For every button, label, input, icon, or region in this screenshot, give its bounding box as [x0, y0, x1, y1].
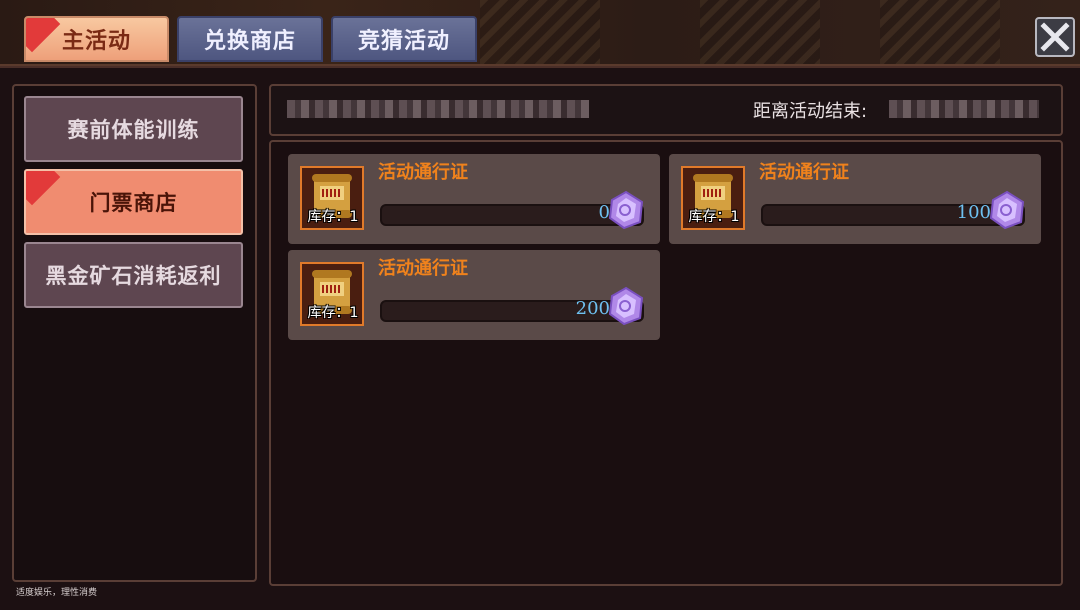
activity-header	[269, 84, 1063, 136]
sidebar-item-label: 赛前体能训练	[67, 117, 200, 142]
scroll-icon: 库存：1	[300, 166, 364, 230]
scroll-icon: 库存：1	[681, 166, 745, 230]
item-price: 200	[575, 298, 610, 319]
background-decoration	[480, 0, 600, 64]
item-name: 活动通行证	[759, 162, 849, 183]
tab-label: 主活动	[61, 28, 131, 54]
close-icon	[1040, 22, 1070, 52]
blurred-countdown	[889, 100, 1039, 118]
new-ribbon-icon	[26, 171, 61, 206]
activity-end-label: 距离活动结束:	[753, 101, 868, 122]
tab-exchange-shop[interactable]: 兑换商店	[177, 16, 323, 62]
purple-gem-icon	[608, 190, 644, 230]
scroll-icon: 库存：1	[300, 262, 364, 326]
tab-guess-activity[interactable]: 竞猜活动	[331, 16, 477, 62]
shop-item-card[interactable]: 库存：1 活动通行证 100	[669, 154, 1041, 244]
stock-count: 库存：1	[307, 305, 359, 321]
tab-label: 兑换商店	[203, 28, 296, 54]
footer-note: 适度娱乐，理性消费	[16, 588, 98, 598]
sidebar-item-label: 门票商店	[89, 190, 178, 215]
new-ribbon-icon	[26, 18, 61, 53]
shop-item-card[interactable]: 库存：1 活动通行证 0	[288, 154, 660, 244]
stock-count: 库存：1	[688, 209, 740, 225]
sidebar-item-ticket-shop[interactable]: 门票商店	[24, 169, 243, 235]
tab-label: 竞猜活动	[357, 28, 450, 54]
sidebar: 赛前体能训练 门票商店 黑金矿石消耗返利	[12, 84, 257, 582]
top-bar: 主活动 兑换商店 竞猜活动	[0, 0, 1080, 66]
blurred-activity-time	[287, 100, 589, 118]
close-button[interactable]	[1035, 17, 1075, 57]
purple-gem-icon	[608, 286, 644, 326]
item-price: 100	[956, 202, 991, 223]
purple-gem-icon	[989, 190, 1025, 230]
sidebar-item-label: 黑金矿石消耗返利	[45, 263, 222, 288]
tab-main-activity[interactable]: 主活动	[24, 16, 169, 62]
item-name: 活动通行证	[378, 162, 468, 183]
shop-item-card[interactable]: 库存：1 活动通行证 200	[288, 250, 660, 340]
background-decoration	[880, 0, 1000, 64]
sidebar-item-black-gold-rebate[interactable]: 黑金矿石消耗返利	[24, 242, 243, 308]
sidebar-item-pre-match-training[interactable]: 赛前体能训练	[24, 96, 243, 162]
item-name: 活动通行证	[378, 258, 468, 279]
stock-count: 库存：1	[307, 209, 359, 225]
background-decoration	[700, 0, 820, 64]
